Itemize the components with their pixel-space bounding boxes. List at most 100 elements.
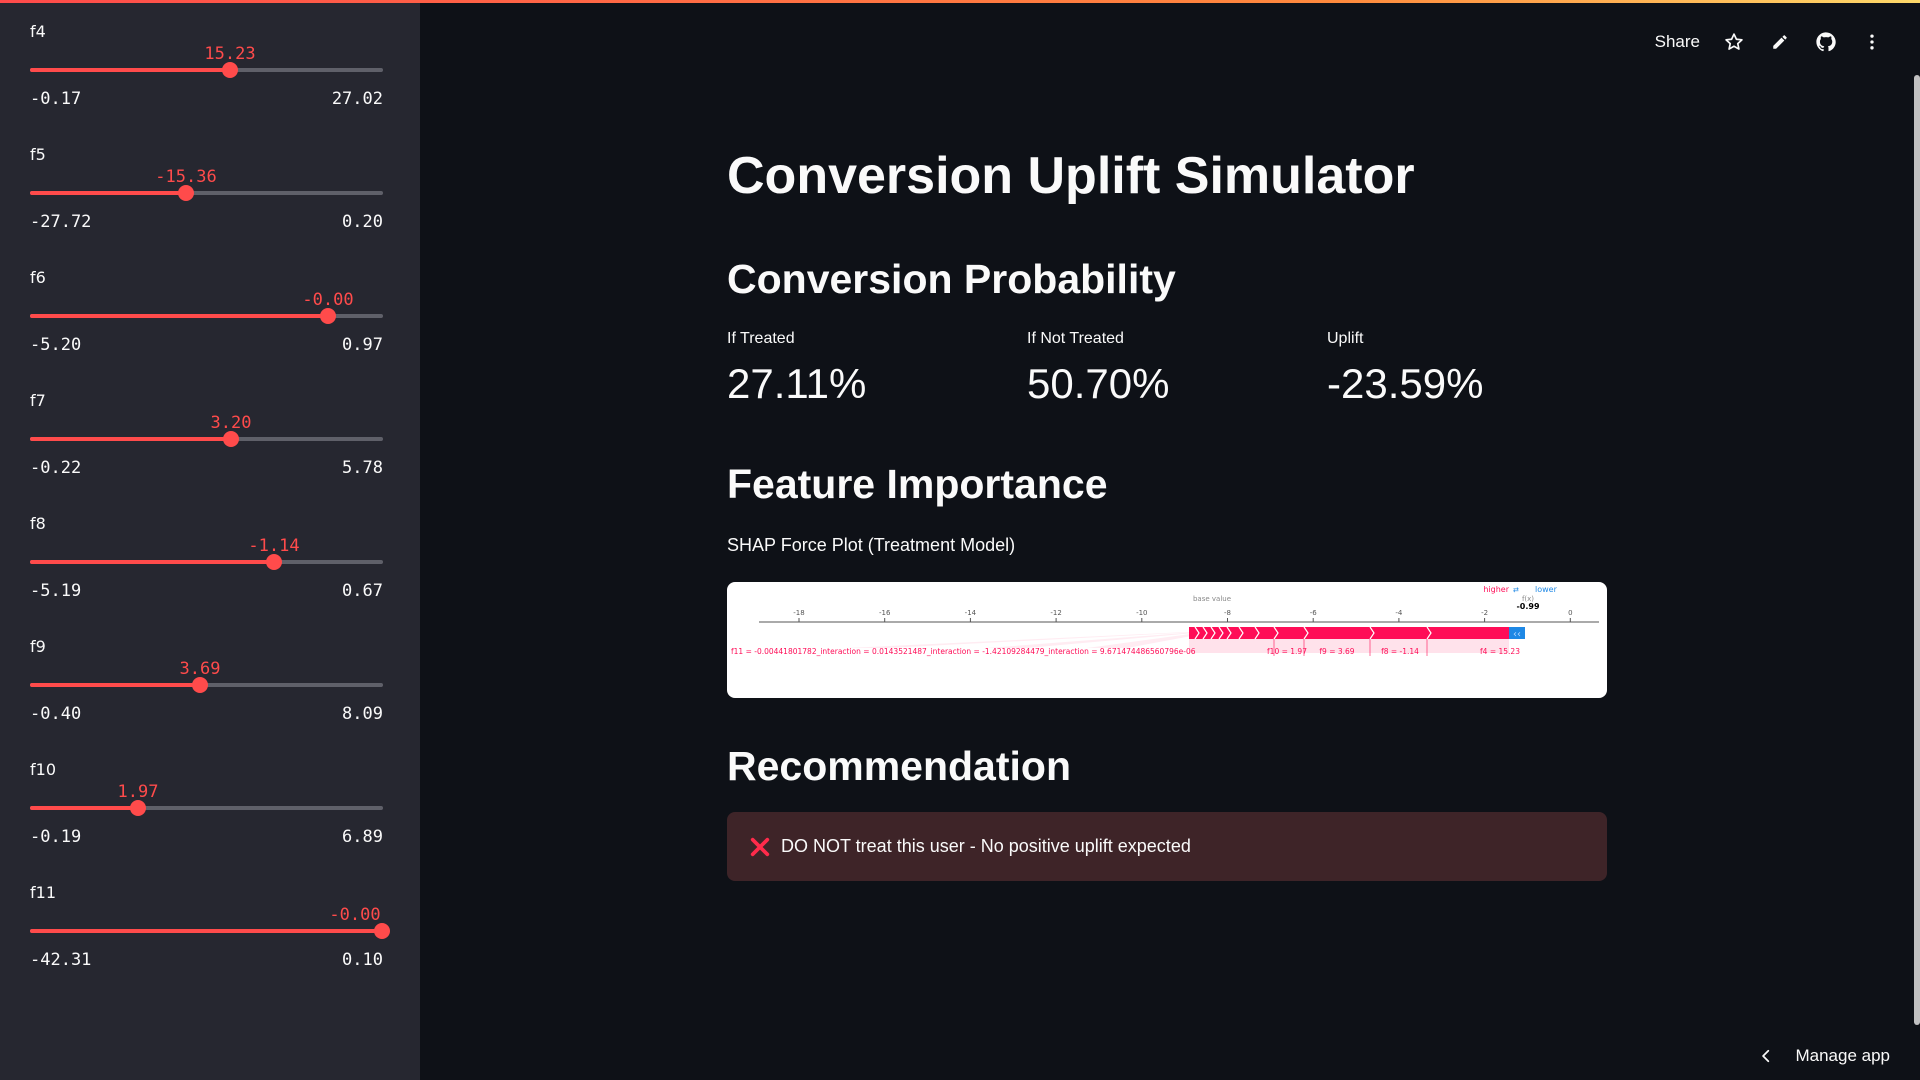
slider-track[interactable] xyxy=(30,800,383,816)
slider-label: f7 xyxy=(30,391,46,410)
recommendation-text: DO NOT treat this user - No positive upl… xyxy=(781,836,1191,856)
slider-f4[interactable]: f4 15.23 -0.17 27.02 xyxy=(30,22,383,145)
slider-track[interactable] xyxy=(30,677,383,693)
metric-uplift: Uplift -23.59% xyxy=(1327,330,1617,408)
shap-axis-tick-label: 0 xyxy=(1568,609,1572,617)
slider-min-label: -0.17 xyxy=(30,89,82,109)
slider-current-value: 1.97 xyxy=(117,782,159,802)
slider-label: f9 xyxy=(30,637,46,656)
slider-fill xyxy=(30,314,328,318)
slider-min-label: -42.31 xyxy=(30,950,92,970)
slider-f7[interactable]: f7 3.20 -0.22 5.78 xyxy=(30,391,383,514)
slider-thumb[interactable] xyxy=(320,308,336,324)
slider-track[interactable] xyxy=(30,185,383,201)
slider-max-label: 5.78 xyxy=(342,458,383,478)
top-decoration-bar xyxy=(0,0,1920,3)
shap-negative-chevron: ‹‹ xyxy=(1513,629,1521,640)
slider-max-label: 0.97 xyxy=(342,335,383,355)
slider-thumb[interactable] xyxy=(178,185,194,201)
slider-min-label: -5.20 xyxy=(30,335,82,355)
slider-current-value: -0.00 xyxy=(302,290,354,310)
cross-mark-icon xyxy=(750,837,770,856)
shap-axis-tick-label: -8 xyxy=(1224,609,1231,617)
chevron-left-icon xyxy=(1762,1049,1770,1063)
slider-thumb[interactable] xyxy=(130,800,146,816)
slider-fill xyxy=(30,806,138,810)
shap-axis-tick-label: -6 xyxy=(1310,609,1318,617)
slider-label: f5 xyxy=(30,145,46,164)
slider-max-label: 0.20 xyxy=(342,212,383,232)
shap-feature-label: f4 = 15.23 xyxy=(1480,647,1520,656)
shap-feature-label: f8 = -1.14 xyxy=(1381,647,1419,656)
slider-f8[interactable]: f8 -1.14 -5.19 0.67 xyxy=(30,514,383,637)
slider-fill xyxy=(30,191,186,195)
slider-track[interactable] xyxy=(30,923,390,939)
slider-label: f4 xyxy=(30,22,46,41)
metric-value: 27.11% xyxy=(727,360,867,407)
slider-track[interactable] xyxy=(30,308,383,324)
shap-higher-label: higher xyxy=(1483,585,1509,594)
slider-track[interactable] xyxy=(30,554,383,570)
slider-current-value: -15.36 xyxy=(155,167,217,187)
slider-f10[interactable]: f10 1.97 -0.19 6.89 xyxy=(30,760,383,883)
shap-arrows-icon: ⇄ xyxy=(1513,586,1519,594)
shap-axis-tick-label: -18 xyxy=(793,609,804,617)
more-vertical-icon[interactable] xyxy=(1860,30,1884,54)
slider-f6[interactable]: f6 -0.00 -5.20 0.97 xyxy=(30,268,383,391)
slider-f11[interactable]: f11 -0.00 -42.31 0.10 xyxy=(30,883,390,1006)
manage-app-label: Manage app xyxy=(1795,1046,1890,1065)
slider-thumb[interactable] xyxy=(223,431,239,447)
shap-force-plot: -18 -16 -14 -12 -10 -8 -6 -4 -2 0 base value high… xyxy=(727,582,1607,698)
conversion-probability-heading: Conversion Probability xyxy=(727,256,1176,302)
slider-f9[interactable]: f9 3.69 -0.40 8.09 xyxy=(30,637,383,760)
shap-lower-label: lower xyxy=(1535,585,1558,594)
slider-label: f10 xyxy=(30,760,56,779)
slider-label: f6 xyxy=(30,268,46,287)
shap-feature-label: f9 = 3.69 xyxy=(1319,647,1354,656)
slider-fill xyxy=(30,68,230,72)
edit-pencil-icon[interactable] xyxy=(1768,30,1792,54)
feature-importance-heading: Feature Importance xyxy=(727,461,1108,507)
slider-current-value: 15.23 xyxy=(204,44,256,64)
shap-plot-caption: SHAP Force Plot (Treatment Model) xyxy=(727,535,1016,555)
metric-label: Uplift xyxy=(1327,330,1364,347)
slider-thumb[interactable] xyxy=(192,677,208,693)
slider-thumb[interactable] xyxy=(266,554,282,570)
slider-min-label: -0.40 xyxy=(30,704,82,724)
metric-label: If Treated xyxy=(727,330,795,347)
shap-fx-value: -0.99 xyxy=(1516,602,1539,611)
manage-app-button[interactable]: Manage app xyxy=(1759,1046,1890,1066)
slider-label: f8 xyxy=(30,514,46,533)
github-icon[interactable] xyxy=(1814,30,1838,54)
shap-base-value-label: base value xyxy=(1193,595,1231,603)
main-scrollbar[interactable] xyxy=(1914,75,1920,1025)
page-title: Conversion Uplift Simulator xyxy=(727,147,1415,205)
star-icon[interactable] xyxy=(1722,30,1746,54)
slider-thumb[interactable] xyxy=(374,923,390,939)
slider-min-label: -27.72 xyxy=(30,212,92,232)
slider-label: f11 xyxy=(30,883,56,902)
slider-fill xyxy=(30,929,382,933)
shap-feature-label: f10 = 1.97 xyxy=(1267,647,1307,656)
slider-min-label: -0.19 xyxy=(30,827,82,847)
slider-current-value: -1.14 xyxy=(248,536,300,556)
recommendation-heading: Recommendation xyxy=(727,743,1071,789)
slider-thumb[interactable] xyxy=(222,62,238,78)
slider-current-value: 3.69 xyxy=(179,659,221,679)
shap-feature-label: f11 = -0.00441801782_interaction = 0.014… xyxy=(731,647,1196,656)
slider-track[interactable] xyxy=(30,431,383,447)
sidebar: f4 15.23 -0.17 27.02 f5 -15.36 -27.72 0.20 f6 -0.… xyxy=(0,0,420,1080)
slider-min-label: -5.19 xyxy=(30,581,82,601)
slider-max-label: 0.10 xyxy=(342,950,383,970)
slider-max-label: 8.09 xyxy=(342,704,383,724)
slider-current-value: 3.20 xyxy=(210,413,252,433)
share-button[interactable]: Share xyxy=(1655,32,1700,52)
slider-min-label: -0.22 xyxy=(30,458,82,478)
shap-axis-tick-label: -10 xyxy=(1136,609,1147,617)
metric-if-not-treated: If Not Treated 50.70% xyxy=(1027,330,1317,408)
slider-f5[interactable]: f5 -15.36 -27.72 0.20 xyxy=(30,145,383,268)
shap-positive-bar xyxy=(1189,627,1509,639)
metric-value: -23.59% xyxy=(1327,360,1484,407)
slider-track[interactable] xyxy=(30,62,383,78)
slider-max-label: 0.67 xyxy=(342,581,383,601)
